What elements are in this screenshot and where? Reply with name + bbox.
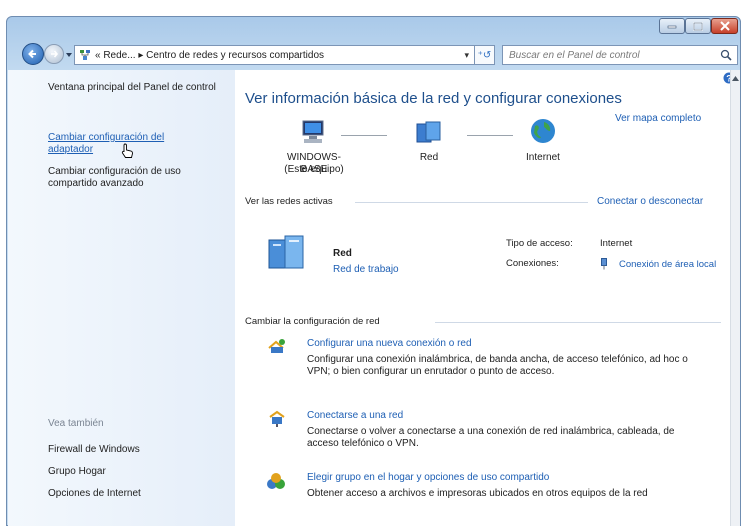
- network-center-window: « Rede... ▸ Centro de redes y recursos c…: [6, 16, 741, 526]
- globe-icon: [531, 119, 555, 143]
- forward-button[interactable]: [44, 44, 64, 64]
- recent-pages-dropdown[interactable]: [66, 50, 72, 61]
- access-type-label: Tipo de acceso:: [506, 238, 573, 249]
- change-settings-heading: Cambiar la configuración de red: [245, 316, 380, 327]
- sidebar-main-link[interactable]: Ventana principal del Panel de control: [48, 82, 228, 94]
- chevron-down-icon[interactable]: ▾: [464, 50, 469, 61]
- see-also-heading: Vea también: [48, 418, 104, 429]
- maximize-icon: [693, 21, 703, 31]
- main-content: ? Ver información básica de la red y con…: [235, 70, 735, 526]
- task-connect-network[interactable]: Conectarse a una red: [307, 410, 403, 421]
- full-map-link[interactable]: Ver mapa completo: [615, 113, 701, 124]
- connections-label: Conexiones:: [506, 258, 559, 269]
- hand-cursor-icon: [121, 143, 133, 158]
- work-network-icon: [268, 235, 304, 269]
- homegroup-icon: [267, 473, 285, 489]
- access-type-value: Internet: [600, 238, 633, 249]
- chevron-down-icon: [66, 53, 72, 57]
- see-also-homegroup[interactable]: Grupo Hogar: [48, 466, 228, 478]
- vertical-scrollbar[interactable]: [730, 70, 740, 526]
- maximize-button[interactable]: [685, 18, 711, 34]
- internet-label: Internet: [526, 152, 560, 163]
- network-icon: [416, 121, 441, 143]
- page-title: Ver información básica de la red y confi…: [245, 90, 622, 107]
- back-arrow-icon: [28, 49, 36, 59]
- sidebar: Ventana principal del Panel de control C…: [8, 70, 236, 526]
- search-box[interactable]: [502, 45, 738, 65]
- active-networks-heading: Ver las redes activas: [245, 196, 333, 207]
- back-button[interactable]: [22, 43, 44, 65]
- close-button[interactable]: [711, 18, 738, 34]
- computer-subtitle: (Este equipo): [284, 164, 344, 175]
- minimize-button[interactable]: [659, 18, 685, 34]
- breadcrumb[interactable]: « Rede... ▸ Centro de redes y recursos c…: [74, 45, 475, 65]
- active-network-name: Red: [333, 248, 352, 259]
- network-type-link[interactable]: Red de trabajo: [333, 264, 399, 275]
- task-new-connection-desc: Configurar una conexión inalámbrica, de …: [307, 354, 688, 377]
- connect-network-icon: [269, 410, 285, 427]
- task-new-connection[interactable]: Configurar una nueva conexión o red: [307, 338, 472, 349]
- connection-line: [341, 135, 387, 136]
- minimize-icon: [667, 25, 677, 29]
- address-bar: « Rede... ▸ Centro de redes y recursos c…: [6, 40, 741, 70]
- search-input[interactable]: [509, 48, 709, 62]
- computer-icon: [302, 120, 324, 143]
- section-divider: [435, 322, 721, 323]
- connection-line: [467, 135, 513, 136]
- title-bar[interactable]: [6, 16, 741, 40]
- ethernet-icon: [601, 258, 607, 270]
- close-icon: [719, 21, 730, 31]
- task-homegroup[interactable]: Elegir grupo en el hogar y opciones de u…: [307, 472, 549, 483]
- see-also-internet-options[interactable]: Opciones de Internet: [48, 488, 228, 500]
- local-area-connection-link[interactable]: Conexión de área local: [619, 258, 727, 271]
- see-also-firewall[interactable]: Firewall de Windows: [48, 444, 228, 456]
- new-connection-icon: [268, 339, 285, 353]
- breadcrumb-path[interactable]: « Rede... ▸ Centro de redes y recursos c…: [95, 50, 324, 61]
- task-homegroup-desc: Obtener acceso a archivos e impresoras u…: [307, 488, 648, 499]
- section-divider: [355, 202, 588, 203]
- scroll-up-icon[interactable]: [732, 76, 739, 81]
- network-center-icon: [80, 50, 90, 60]
- task-connect-network-desc: Conectarse o volver a conectarse a una c…: [307, 426, 675, 449]
- forward-arrow-icon: [51, 50, 59, 58]
- refresh-icon: ⁺↺: [477, 49, 492, 61]
- connect-disconnect-link[interactable]: Conectar o desconectar: [597, 196, 703, 207]
- sidebar-item-advanced-sharing[interactable]: Cambiar configuración de uso compartido …: [48, 166, 228, 190]
- search-icon[interactable]: [720, 49, 732, 61]
- network-label: Red: [419, 152, 439, 163]
- refresh-button[interactable]: ⁺↺: [475, 45, 495, 65]
